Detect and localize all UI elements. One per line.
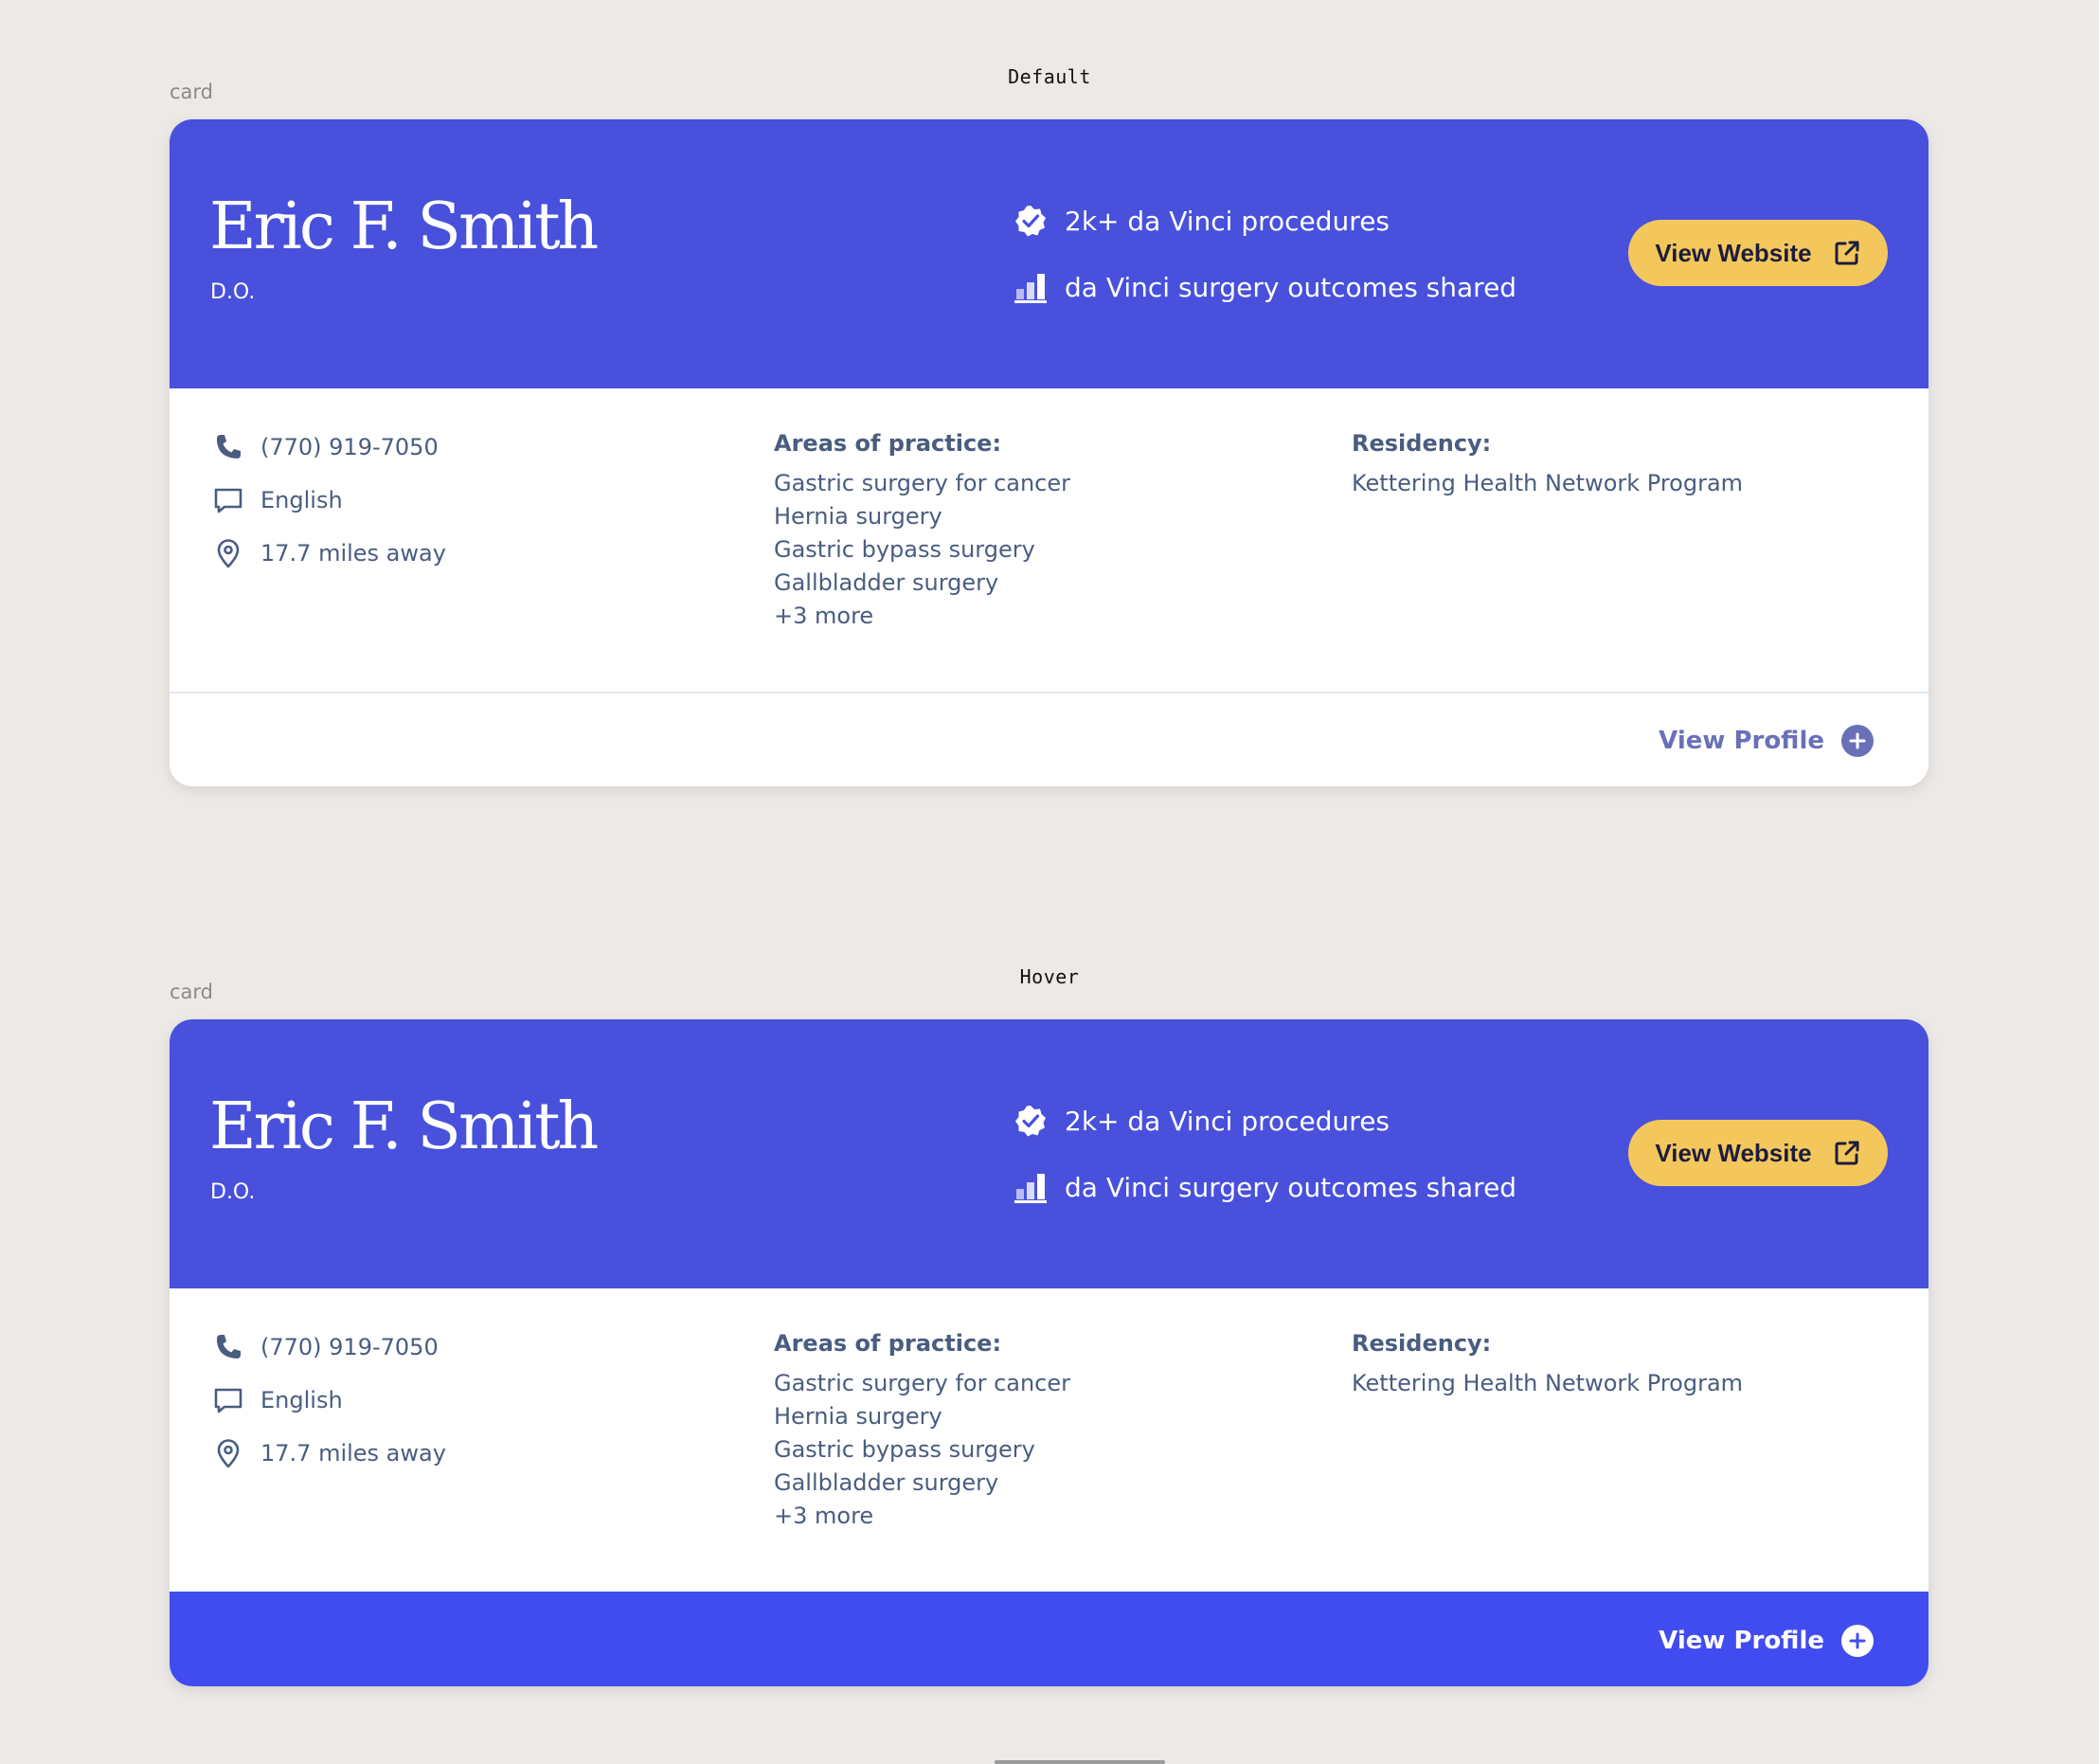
list-item: Hernia surgery: [774, 1403, 942, 1430]
speech-bubble-icon: [213, 1385, 243, 1415]
speech-bubble-icon: [213, 485, 243, 515]
external-link-icon: [1833, 239, 1861, 267]
more-link[interactable]: +3 more: [774, 600, 1070, 633]
practice-list: Gastric surgery for cancer Hernia surger…: [774, 1367, 1070, 1533]
list-item: Hernia surgery: [774, 503, 942, 530]
residency-list: Kettering Health Network Program: [1352, 467, 1743, 500]
stat-procedures: 2k+ da Vinci procedures: [1014, 202, 1390, 240]
doctor-name: Eric F. Smith: [209, 1089, 599, 1164]
contact-phone[interactable]: (770) 919-7050: [213, 1328, 439, 1366]
contact-phone[interactable]: (770) 919-7050: [213, 428, 439, 466]
list-item: Gastric surgery for cancer: [774, 1370, 1071, 1396]
stat-procedures: 2k+ da Vinci procedures: [1014, 1102, 1390, 1140]
stat-outcomes-text: da Vinci surgery outcomes shared: [1065, 271, 1517, 303]
distance-text: 17.7 miles away: [260, 540, 446, 567]
view-website-button[interactable]: View Website: [1628, 220, 1888, 286]
card-header: Eric F. Smith D.O. 2k+ da Vinci procedur…: [170, 119, 1929, 388]
stat-procedures-text: 2k+ da Vinci procedures: [1065, 205, 1390, 237]
residency-list: Kettering Health Network Program: [1352, 1367, 1743, 1400]
frame-label: card: [170, 981, 214, 1003]
frame-label: card: [170, 81, 214, 103]
phone-number: (770) 919-7050: [260, 1334, 439, 1360]
language-text: English: [260, 487, 343, 513]
residency-title: Residency:: [1352, 1330, 1492, 1357]
state-label-default: Default: [1008, 65, 1091, 88]
list-item: Gallbladder surgery: [774, 1469, 999, 1496]
view-profile-button[interactable]: View Profile: [1659, 722, 1874, 760]
location-pin-icon: [213, 538, 243, 568]
card-header: Eric F. Smith D.O. 2k+ da Vinci procedur…: [170, 1019, 1929, 1288]
phone-number: (770) 919-7050: [260, 434, 439, 460]
view-profile-label: View Profile: [1659, 727, 1824, 755]
practice-title: Areas of practice:: [774, 1330, 1002, 1357]
verified-badge-icon: [1014, 204, 1048, 238]
residency-title: Residency:: [1352, 430, 1492, 457]
view-profile-button[interactable]: View Profile: [1659, 1622, 1874, 1660]
doctor-credential: D.O.: [210, 280, 256, 304]
location-pin-icon: [213, 1438, 243, 1468]
external-link-icon: [1833, 1139, 1861, 1167]
doctor-card-hover[interactable]: Eric F. Smith D.O. 2k+ da Vinci procedur…: [170, 1019, 1929, 1686]
more-link[interactable]: +3 more: [774, 1500, 1070, 1533]
list-item: Gastric surgery for cancer: [774, 470, 1071, 496]
view-website-label: View Website: [1655, 1138, 1812, 1167]
phone-icon: [213, 432, 243, 462]
stat-outcomes-text: da Vinci surgery outcomes shared: [1065, 1171, 1517, 1203]
practice-title: Areas of practice:: [774, 430, 1002, 457]
phone-icon: [213, 1332, 243, 1362]
practice-list: Gastric surgery for cancer Hernia surger…: [774, 467, 1070, 633]
card-footer: View Profile: [170, 1593, 1929, 1686]
stat-outcomes: da Vinci surgery outcomes shared: [1014, 268, 1516, 306]
bar-chart-icon: [1014, 1170, 1048, 1204]
doctor-card-default[interactable]: Eric F. Smith D.O. 2k+ da Vinci procedur…: [170, 119, 1929, 786]
language-text: English: [260, 1387, 343, 1413]
state-label-hover: Hover: [1019, 965, 1080, 988]
bar-chart-icon: [1014, 270, 1048, 304]
distance-text: 17.7 miles away: [260, 1440, 446, 1467]
list-item: Gastric bypass surgery: [774, 1436, 1035, 1463]
list-item: Gallbladder surgery: [774, 569, 999, 596]
doctor-credential: D.O.: [210, 1180, 256, 1204]
view-profile-label: View Profile: [1659, 1627, 1824, 1655]
stat-procedures-text: 2k+ da Vinci procedures: [1065, 1105, 1390, 1137]
contact-distance: 17.7 miles away: [213, 534, 446, 572]
view-website-label: View Website: [1655, 238, 1812, 267]
view-website-button[interactable]: View Website: [1628, 1120, 1888, 1186]
residency-value: Kettering Health Network Program: [1352, 1370, 1744, 1396]
plus-circle-icon: [1841, 725, 1874, 757]
list-item: Gastric bypass surgery: [774, 536, 1035, 563]
contact-distance: 17.7 miles away: [213, 1434, 446, 1472]
contact-language: English: [213, 481, 343, 519]
scrollbar-thumb[interactable]: [995, 1760, 1165, 1764]
doctor-name: Eric F. Smith: [209, 189, 599, 264]
contact-language: English: [213, 1381, 343, 1419]
plus-circle-icon: [1841, 1625, 1874, 1657]
residency-value: Kettering Health Network Program: [1352, 470, 1744, 496]
verified-badge-icon: [1014, 1104, 1048, 1138]
stat-outcomes: da Vinci surgery outcomes shared: [1014, 1168, 1516, 1206]
card-footer: View Profile: [170, 693, 1929, 786]
